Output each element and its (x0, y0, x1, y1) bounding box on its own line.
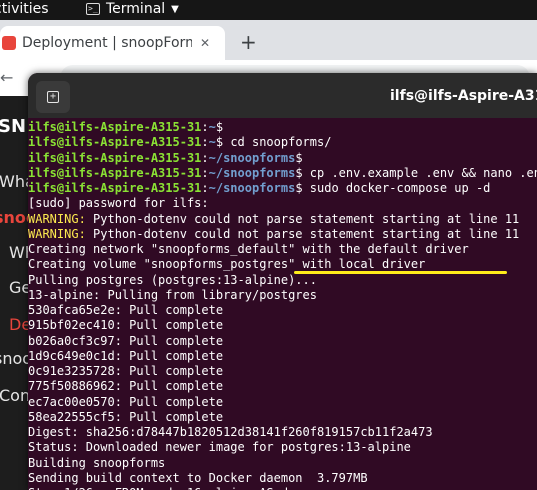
output-line: 775f50886962: Pull complete (28, 379, 224, 394)
browser-tab[interactable]: Deployment | snoopForms ✕ (0, 26, 225, 60)
output-line: ec7ac00e0570: Pull complete (28, 394, 224, 409)
prompt-symbol: $ (295, 165, 310, 180)
warning-prefix: WARNING: (28, 211, 86, 226)
sidebar-item[interactable]: Con (0, 386, 30, 405)
prompt-symbol: $ (295, 150, 310, 165)
tab-title: Deployment | snoopForms (22, 35, 192, 51)
output-line: Sending build context to Docker daemon 3… (28, 470, 368, 485)
prompt-line: ilfs@ilfs-Aspire-A315-31:~/snoopforms$ (28, 151, 537, 166)
site-logo[interactable]: SN (0, 116, 26, 137)
terminal-window[interactable]: + ilfs@ilfs-Aspire-A315 ilfs@ilfs-Aspire… (28, 73, 537, 490)
prompt-line: ilfs@ilfs-Aspire-A315-31:~$ cd snoopform… (28, 135, 537, 150)
page-sidebar: SN Wha snoo Wh Ge De snoo Con (0, 96, 37, 490)
output-line: Status: Downloaded newer image for postg… (28, 440, 411, 455)
command-text: sudo docker-compose up -d (309, 181, 491, 195)
caret-down-icon: ▼ (171, 3, 179, 15)
new-tab-icon[interactable]: + (240, 30, 257, 54)
app-menu-terminal[interactable]: >_ Terminal ▼ (86, 1, 179, 17)
prompt-path: ~ (208, 120, 216, 134)
app-menu-label: Terminal (106, 1, 166, 17)
warning-text: Python-dotenv could not parse statement … (85, 226, 520, 241)
output-line: 58ea22555cf5: Pull complete (28, 409, 224, 424)
browser-tab-strip: Deployment | snoopForms ✕ + (0, 20, 537, 60)
prompt-user: ilfs@ilfs-Aspire-A315-31 (28, 165, 202, 180)
output-line: [sudo] password for ilfs: (28, 196, 209, 211)
prompt-colon: : (201, 135, 209, 150)
activities-button[interactable]: ctivities (0, 1, 49, 17)
output-line: 0c91e3235728: Pull complete (28, 364, 224, 378)
command-text: cd snoopforms/ (230, 135, 332, 150)
terminal-app-icon: >_ (86, 3, 100, 15)
new-tab-icon: + (47, 91, 59, 103)
output-line: 530afca65e2e: Pull complete (28, 303, 224, 317)
prompt-colon: : (201, 150, 209, 165)
output-line: Step 1/26 : FROM node:16-alpine AS deps (28, 486, 537, 490)
output-line: Digest: sha256:d78447b1820512d38141f260f… (28, 425, 433, 439)
output-line: 13-alpine: Pulling from library/postgres (28, 287, 317, 302)
prompt-symbol: $ (295, 181, 310, 195)
prompt-line: ilfs@ilfs-Aspire-A315-31:~/snoopforms$ c… (28, 166, 537, 181)
output-line: 1d9c649e0c1d: Pull complete (28, 348, 224, 363)
output-line: WARNING: Python-dotenv could not parse s… (28, 227, 537, 242)
prompt-colon: : (201, 181, 209, 195)
prompt-symbol: $ (215, 135, 231, 150)
prompt-colon: : (201, 120, 209, 134)
prompt-user: ilfs@ilfs-Aspire-A315-31 (28, 150, 202, 165)
prompt-user: ilfs@ilfs-Aspire-A315-31 (28, 135, 202, 150)
warning-text: Python-dotenv could not parse statement … (85, 211, 520, 226)
prompt-colon: : (201, 165, 209, 180)
output-line: WARNING: Python-dotenv could not parse s… (28, 212, 537, 227)
output-line: Building snoopforms (28, 455, 166, 470)
prompt-symbol: $ (215, 120, 231, 134)
prompt-path: ~ (208, 135, 216, 150)
new-terminal-tab-button[interactable]: + (36, 81, 70, 113)
close-tab-icon[interactable]: ✕ (200, 36, 210, 50)
prompt-user: ilfs@ilfs-Aspire-A315-31 (28, 181, 202, 195)
back-arrow-icon[interactable]: ← (0, 68, 13, 87)
prompt-line: ilfs@ilfs-Aspire-A315-31:~$ (28, 120, 537, 135)
terminal-title: ilfs@ilfs-Aspire-A315 (390, 88, 537, 104)
terminal-output[interactable]: ilfs@ilfs-Aspire-A315-31:~$ ilfs@ilfs-As… (28, 120, 537, 490)
prompt-path: ~/snoopforms (208, 165, 296, 180)
snoopforms-favicon-icon (2, 36, 16, 50)
output-line: b026a0cf3c97: Pull complete (28, 333, 224, 348)
prompt-path: ~/snoopforms (208, 181, 296, 195)
top-bar: ctivities >_ Terminal ▼ (0, 0, 537, 20)
terminal-header-bar: + ilfs@ilfs-Aspire-A315 (28, 73, 537, 118)
prompt-path: ~/snoopforms (208, 150, 296, 165)
output-line: Creating network "snoopforms_default" wi… (28, 242, 469, 256)
output-line: 915bf02ec410: Pull complete (28, 318, 224, 333)
command-text: cp .env.example .env && nano .env (309, 165, 537, 180)
command-highlight-underline (294, 271, 507, 274)
output-line: Pulling postgres (postgres:13-alpine)... (28, 272, 317, 287)
prompt-user: ilfs@ilfs-Aspire-A315-31 (28, 120, 202, 134)
prompt-line: ilfs@ilfs-Aspire-A315-31:~/snoopforms$ s… (28, 181, 537, 196)
warning-prefix: WARNING: (28, 226, 86, 241)
